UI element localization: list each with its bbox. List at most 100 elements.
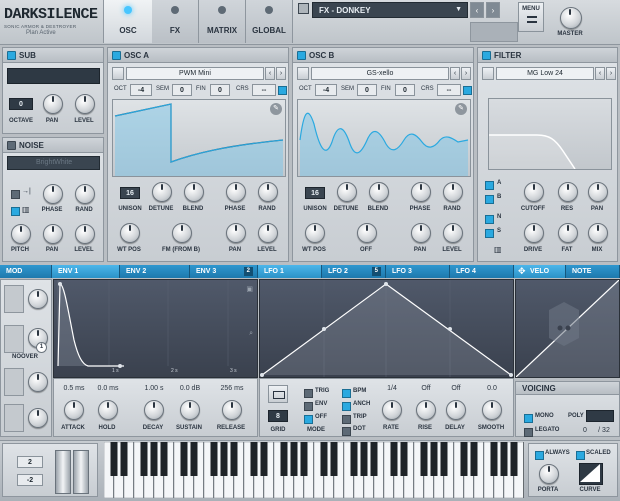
master-volume-knob[interactable] [560, 7, 582, 29]
black-key[interactable] [370, 442, 378, 476]
lfo-rise-knob[interactable] [416, 400, 436, 420]
mod-slot-4[interactable] [4, 404, 24, 432]
tab-env-3[interactable]: ENV 3 2 [190, 265, 258, 278]
black-key[interactable] [400, 442, 408, 476]
osc-b-wt-menu[interactable] [297, 67, 309, 80]
filter-route-a-toggle[interactable] [485, 181, 494, 190]
black-key[interactable] [110, 442, 118, 476]
black-key[interactable] [430, 442, 438, 476]
preset-save-icon[interactable] [298, 3, 309, 14]
black-key[interactable] [510, 442, 518, 476]
noise-rand-knob[interactable] [75, 184, 95, 204]
lfo-trip-toggle[interactable] [342, 415, 351, 424]
lfo-anch-toggle[interactable] [342, 402, 351, 411]
osc-b-pan-knob[interactable] [411, 223, 431, 243]
osc-a-fm-knob[interactable] [172, 223, 192, 243]
sub-pan-knob[interactable] [43, 94, 63, 114]
porta-always-toggle[interactable] [535, 451, 544, 460]
filter-enable-toggle[interactable] [482, 51, 491, 60]
black-key[interactable] [420, 442, 428, 476]
tab-lfo-4[interactable]: LFO 4 [450, 265, 514, 278]
tab-osc[interactable]: OSC [103, 0, 153, 43]
osc-b-crs-value[interactable]: -- [437, 84, 461, 96]
noise-enable-toggle[interactable] [7, 141, 16, 150]
lfo-env-toggle[interactable] [304, 402, 313, 411]
osc-a-enable-toggle[interactable] [112, 51, 121, 60]
noise-type-selector[interactable]: BrightWhite [7, 156, 100, 170]
osc-a-detune-knob[interactable] [152, 182, 172, 202]
osc-b-level-knob[interactable] [443, 223, 463, 243]
black-key[interactable] [220, 442, 228, 476]
noise-level-knob[interactable] [75, 224, 95, 244]
osc-b-oct-value[interactable]: -4 [315, 84, 337, 96]
osc-a-crs-value[interactable]: -- [252, 84, 276, 96]
osc-a-blend-knob[interactable] [184, 182, 204, 202]
lfo-trig-toggle[interactable] [304, 389, 313, 398]
osc-b-crs-toggle[interactable] [463, 86, 472, 95]
voicing-poly-value[interactable]: 0 [578, 427, 592, 434]
black-key[interactable] [180, 442, 188, 476]
lfo-bpm-toggle[interactable] [342, 389, 351, 398]
black-key[interactable] [490, 442, 498, 476]
osc-a-crs-toggle[interactable] [278, 86, 287, 95]
env-lock-icon[interactable]: ▣ [246, 285, 253, 293]
bend-up-value[interactable]: 2 [17, 456, 43, 468]
env-decay-knob[interactable] [144, 400, 164, 420]
osc-a-pan-knob[interactable] [226, 223, 246, 243]
tab-velo[interactable]: ✥ VELO [514, 265, 566, 278]
filter-type-next[interactable]: › [606, 67, 616, 80]
preset-next-button[interactable]: › [486, 2, 500, 18]
preset-dropdown-icon[interactable]: ▼ [455, 6, 462, 13]
preset-display[interactable]: FX - DONKEY ▼ [312, 2, 468, 18]
mod-slot-3[interactable] [4, 368, 24, 396]
tab-fx[interactable]: FX [152, 0, 199, 43]
osc-b-edit-icon[interactable]: ✎ [455, 103, 467, 115]
noise-retrigger-toggle[interactable] [11, 190, 20, 199]
preset-prev-button[interactable]: ‹ [470, 2, 484, 18]
filter-mix-knob[interactable] [588, 223, 608, 243]
lfo-shape-button[interactable] [268, 385, 288, 403]
tab-global[interactable]: GLOBAL [246, 0, 293, 43]
osc-a-sem-value[interactable]: 0 [172, 84, 192, 96]
noise-stereo-toggle[interactable] [11, 207, 20, 216]
porta-knob[interactable] [539, 464, 559, 484]
lfo-off-toggle[interactable] [304, 415, 313, 424]
sub-level-knob[interactable] [75, 94, 95, 114]
osc-a-wt-menu[interactable] [112, 67, 124, 80]
black-key[interactable] [150, 442, 158, 476]
lfo-delay-knob[interactable] [446, 400, 466, 420]
env-sustain-knob[interactable] [180, 400, 200, 420]
filter-route-b-toggle[interactable] [485, 195, 494, 204]
tab-env-1[interactable]: ENV 1 [52, 265, 120, 278]
tab-mod[interactable]: MOD [0, 265, 52, 278]
filter-cutoff-knob[interactable] [524, 182, 544, 202]
osc-a-unison-value[interactable]: 16 [120, 187, 140, 199]
mod-slot-3-knob[interactable] [28, 372, 48, 392]
menu-button[interactable]: MENU [518, 2, 544, 32]
filter-type-prev[interactable]: ‹ [595, 67, 605, 80]
velo-drag-icon[interactable]: ✥ [518, 265, 526, 278]
mod-slot-1-knob[interactable] [28, 289, 48, 309]
black-key[interactable] [230, 442, 238, 476]
mod-slot-2[interactable] [4, 325, 24, 353]
osc-a-wavetable-selector[interactable]: PWM Mini [126, 67, 264, 80]
osc-b-wt-next[interactable]: › [461, 67, 471, 80]
black-key[interactable] [440, 442, 448, 476]
tab-env-2[interactable]: ENV 2 [120, 265, 190, 278]
tab-lfo-1[interactable]: LFO 1 [258, 265, 322, 278]
filter-pan-knob[interactable] [588, 182, 608, 202]
mod-wheel[interactable] [73, 450, 89, 494]
tab-note[interactable]: NOTE [566, 265, 620, 278]
black-key[interactable] [300, 442, 308, 476]
filter-route-s-toggle[interactable] [485, 229, 494, 238]
lfo-smooth-knob[interactable] [482, 400, 502, 420]
black-key[interactable] [290, 442, 298, 476]
osc-b-detune-knob[interactable] [337, 182, 357, 202]
lfo-grid-value[interactable]: 8 [268, 410, 288, 422]
filter-drive-knob[interactable] [524, 223, 544, 243]
tab-lfo-3[interactable]: LFO 3 [386, 265, 450, 278]
black-key[interactable] [320, 442, 328, 476]
black-key[interactable] [260, 442, 268, 476]
black-key[interactable] [360, 442, 368, 476]
sub-enable-toggle[interactable] [7, 51, 16, 60]
